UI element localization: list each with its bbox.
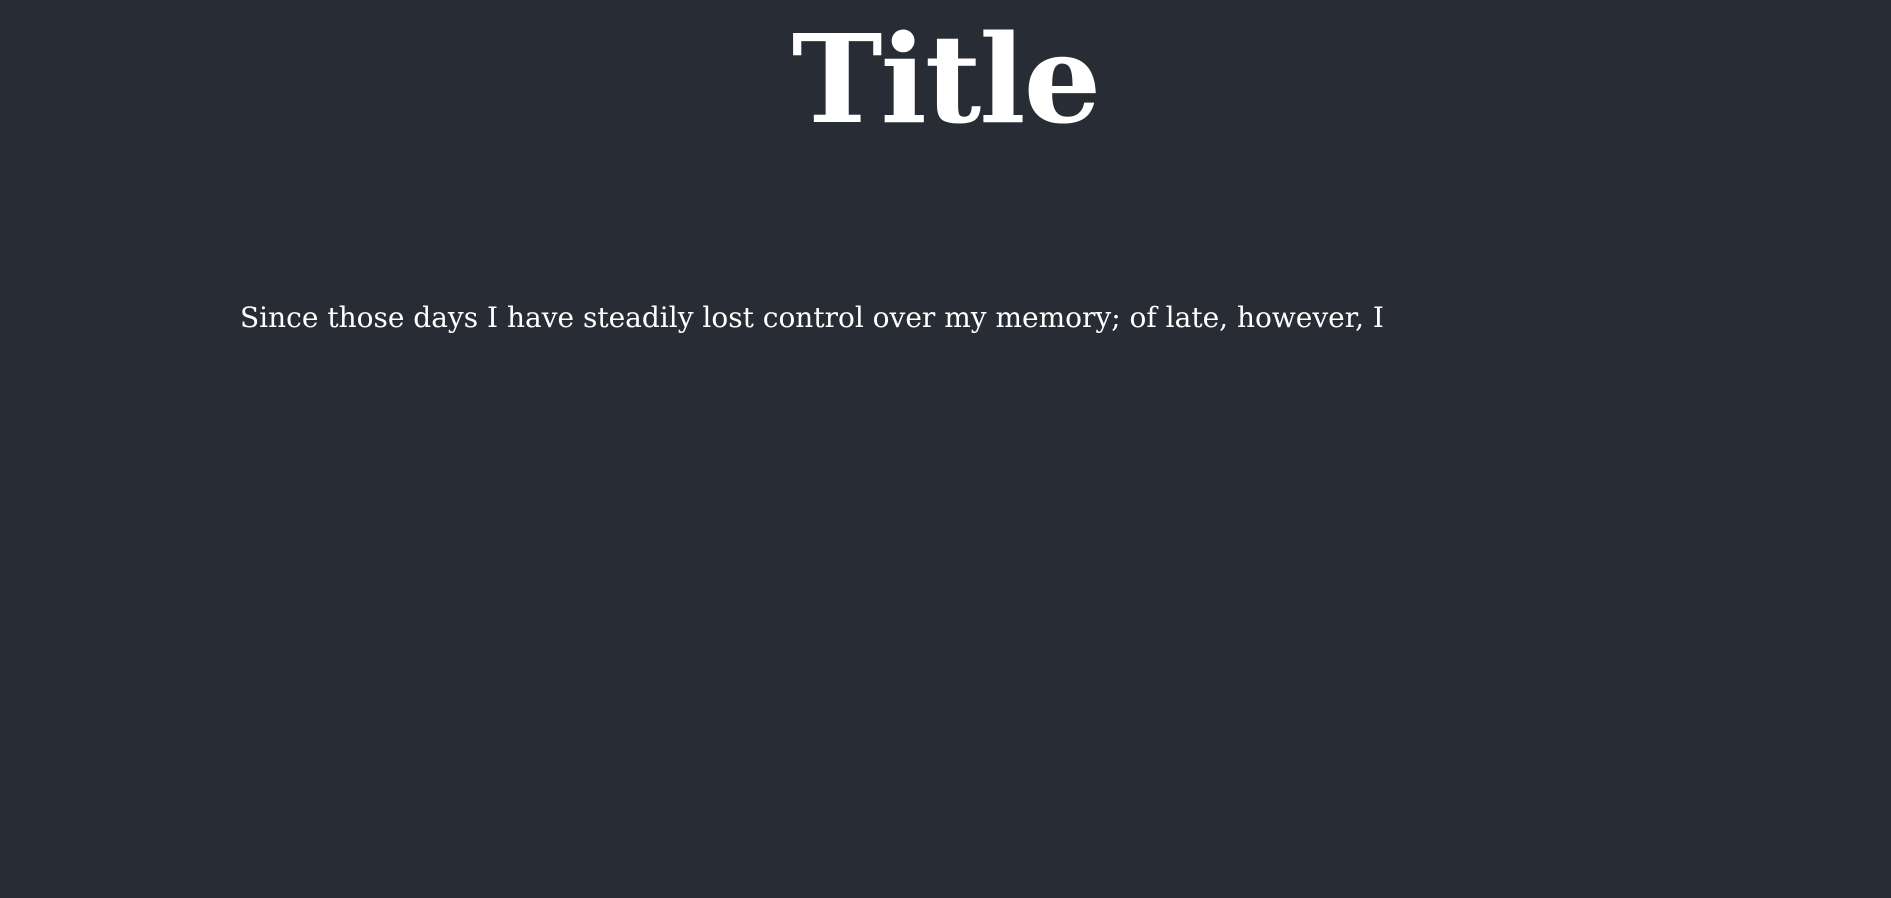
page-title: Title (791, 7, 1101, 151)
body-paragraph: Since those days I have steadily lost co… (240, 301, 1384, 334)
page-container: Title Since those days I have steadily l… (0, 0, 1891, 898)
